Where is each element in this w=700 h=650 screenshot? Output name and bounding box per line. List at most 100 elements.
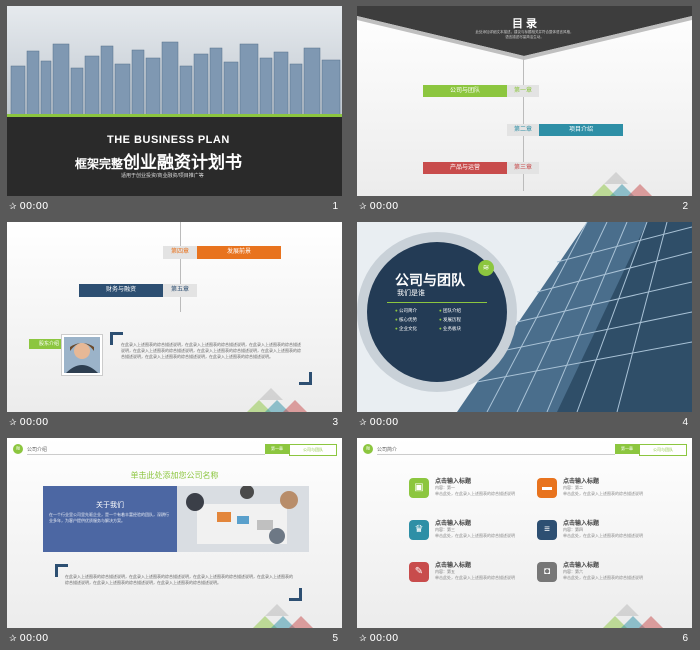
toc-item-3-label[interactable]: 产品与运营 [423, 162, 507, 174]
database-icon: ≡ [537, 520, 557, 540]
feature-card-title: 点击输入标题 [435, 563, 472, 569]
slide-3-canvas[interactable]: 第四章 发展前景 财务与融资 第五章 股东介绍 在此录入上述图表的综合描述说明，… [7, 222, 342, 412]
header-logo-icon: ≋ [363, 444, 373, 454]
slide-thumbnail-6[interactable]: ≋ 公司简介 第一章 公司与团队 ▣ 点击输入标题 内容：第一 单击此处，在此录入上述… [357, 438, 692, 650]
camera-icon: ◘ [537, 562, 557, 582]
toc-item-1-label[interactable]: 公司与团队 [423, 85, 507, 97]
presentation-icon: ▣ [409, 478, 429, 498]
subtitle: 适用于创业投资/商业融资/项目推广等 [121, 173, 204, 179]
feature-card-text: 单击此处，在此录入上述图表的综合描述说明 [435, 575, 515, 580]
slide-5-number: 5 [332, 633, 338, 644]
slide-5-meta: ✰ 00:00 5 [7, 630, 342, 648]
toc-item-1-chapter: 第一章 [507, 85, 539, 97]
slide-2-canvas[interactable]: 目 录 此处添加详细文本描述，建议与标题相关并符合整体语言风格， 语言描述尽量简… [357, 6, 692, 196]
slide-thumbnail-4[interactable]: ≋ 公司与团队 我们是谁 ● 公司简介 ● 团队介绍 ● 核心优势 ● 发展历程… [357, 222, 692, 434]
feature-card[interactable]: ✎ 点击输入标题 内容：第五 单击此处，在此录入上述图表的综合描述说明 [409, 560, 519, 594]
slide-3-number: 3 [332, 417, 338, 428]
feature-card[interactable]: ♛ 点击输入标题 内容：第三 单击此处，在此录入上述图表的综合描述说明 [409, 518, 519, 552]
chat-icon: ▬ [537, 478, 557, 498]
slide-thumbnail-2[interactable]: 目 录 此处添加详细文本描述，建议与标题相关并符合整体语言风格， 语言描述尽量简… [357, 6, 692, 218]
slide-6-canvas[interactable]: ≋ 公司简介 第一章 公司与团队 ▣ 点击输入标题 内容：第一 单击此处，在此录入上述… [357, 438, 692, 628]
person-photo [64, 337, 100, 373]
bullet-item-4[interactable]: ● 发展历程 [439, 317, 461, 323]
slide-4-meta: ✰ 00:00 4 [357, 414, 692, 432]
header-tab-section[interactable]: 公司与团队 [289, 444, 337, 456]
toc-item-5-label[interactable]: 财务与融资 [79, 284, 163, 297]
slide-4-canvas[interactable]: ≋ 公司与团队 我们是谁 ● 公司简介 ● 团队介绍 ● 核心优势 ● 发展历程… [357, 222, 692, 412]
feature-card[interactable]: ≡ 点击输入标题 内容：第四 单击此处，在此录入上述图表的综合描述说明 [537, 518, 647, 552]
header-tab-chapter[interactable]: 第一章 [265, 444, 289, 454]
header-title: 公司简介 [377, 447, 398, 453]
slide-4-timing: ✰ 00:00 [359, 417, 399, 428]
decorative-diamonds [603, 604, 663, 628]
toc-desc-2: 语言描述尽量简洁生动。 [505, 35, 544, 39]
slide-1-canvas[interactable]: THE BUSINESS PLAN 框架完整创业融资计划书 适用于创业投资/商业… [7, 6, 342, 196]
feature-card-title: 点击输入标题 [435, 479, 472, 485]
slide-4-number: 4 [682, 417, 688, 428]
feature-card-title: 点击输入标题 [435, 521, 472, 527]
slide-thumbnail-5[interactable]: ≋ 公司介绍 第一章 公司与团队 单击此处添加您公司名称 关于我们 在一个行业里… [7, 438, 342, 650]
header-tab-chapter[interactable]: 第一章 [615, 444, 639, 454]
slide-6-timing: ✰ 00:00 [359, 633, 399, 644]
star-icon: ✰ [9, 418, 17, 428]
slide-5-timing: ✰ 00:00 [9, 633, 49, 644]
slide-6-number: 6 [682, 633, 688, 644]
star-icon: ✰ [359, 202, 367, 212]
green-accent-bar [7, 114, 342, 117]
circle-subtitle: 我们是谁 [397, 290, 425, 297]
title-en: THE BUSINESS PLAN [107, 134, 230, 146]
slide-5-canvas[interactable]: ≋ 公司介绍 第一章 公司与团队 单击此处添加您公司名称 关于我们 在一个行业里… [7, 438, 342, 628]
slide-2-timing: ✰ 00:00 [359, 201, 399, 212]
slide-thumbnail-1[interactable]: THE BUSINESS PLAN 框架完整创业融资计划书 适用于创业投资/商业… [7, 6, 342, 218]
bullet-item-3[interactable]: ● 核心优势 [395, 317, 417, 323]
slide-1-timing: ✰ 00:00 [9, 201, 49, 212]
bullet-item-2[interactable]: ● 团队介绍 [439, 308, 461, 314]
toc-item-4-label[interactable]: 发展前景 [197, 246, 281, 259]
slide-3-meta: ✰ 00:00 3 [7, 414, 342, 432]
toc-item-5-chapter: 第五章 [163, 284, 197, 297]
wave-icon: ≋ [478, 260, 494, 276]
header-tab-section[interactable]: 公司与团队 [639, 444, 687, 456]
person-photo-frame [61, 334, 103, 376]
feature-card[interactable]: ▣ 点击输入标题 内容：第一 单击此处，在此录入上述图表的综合描述说明 [409, 476, 519, 510]
star-icon: ✰ [9, 634, 17, 644]
feature-card-text: 单击此处，在此录入上述图表的综合描述说明 [435, 533, 515, 538]
toc-title: 目 录 [511, 18, 538, 30]
header-logo-icon: ≋ [13, 444, 23, 454]
bracket-bottom-right [289, 588, 302, 601]
feature-card-title: 点击输入标题 [563, 563, 600, 569]
toc-item-3-chapter: 第三章 [507, 162, 539, 174]
feature-card[interactable]: ◘ 点击输入标题 内容：第六 单击此处，在此录入上述图表的综合描述说明 [537, 560, 647, 594]
slide-3-timing: ✰ 00:00 [9, 417, 49, 428]
slide-1-meta: ✰ 00:00 1 [7, 198, 342, 216]
feature-card-title: 点击输入标题 [563, 479, 600, 485]
header-line [27, 454, 265, 455]
feature-card-text: 单击此处，在此录入上述图表的综合描述说明 [563, 575, 643, 580]
about-box-text: 在一个行业里公司里先驱企业，是一个有着丰富经验的团队，深耕行业多年，为客户提供优… [49, 512, 169, 523]
decorative-diamonds [247, 388, 307, 412]
toc-item-2-label[interactable]: 项目介绍 [539, 124, 623, 136]
title-zh-large: 创业融资计划书 [123, 153, 243, 172]
about-box-title: 关于我们 [96, 502, 124, 509]
feature-card[interactable]: ▬ 点击输入标题 内容：第二 单击此处，在此录入上述图表的综合描述说明 [537, 476, 647, 510]
feature-card-text: 单击此处，在此录入上述图表的综合描述说明 [435, 491, 515, 496]
slide-thumbnail-3[interactable]: 第四章 发展前景 财务与融资 第五章 股东介绍 在此录入上述图表的综合描述说明，… [7, 222, 342, 434]
company-description: 在此录入上述图表的综合描述说明，在此录入上述图表的综合描述说明，在此录入上述图表… [65, 574, 293, 585]
slide-2-number: 2 [682, 201, 688, 212]
title-zh: 框架完整创业融资计划书 [75, 148, 242, 173]
circle-title: 公司与团队 [395, 272, 465, 288]
feature-card-title: 点击输入标题 [563, 521, 600, 527]
bracket-bottom-right [299, 372, 312, 385]
bullet-item-6[interactable]: ● 业务板块 [439, 326, 461, 332]
slide-1-number: 1 [332, 201, 338, 212]
star-icon: ✰ [359, 634, 367, 644]
toc-item-4-chapter: 第四章 [163, 246, 197, 259]
circle-divider [387, 302, 487, 303]
bullet-item-1[interactable]: ● 公司简介 [395, 308, 417, 314]
decorative-diamonds [592, 172, 652, 196]
feature-card-text: 单击此处，在此录入上述图表的综合描述说明 [563, 533, 643, 538]
slide-6-meta: ✰ 00:00 6 [357, 630, 692, 648]
bullet-item-5[interactable]: ● 企业文化 [395, 326, 417, 332]
star-icon: ✰ [359, 418, 367, 428]
slide-2-meta: ✰ 00:00 2 [357, 198, 692, 216]
